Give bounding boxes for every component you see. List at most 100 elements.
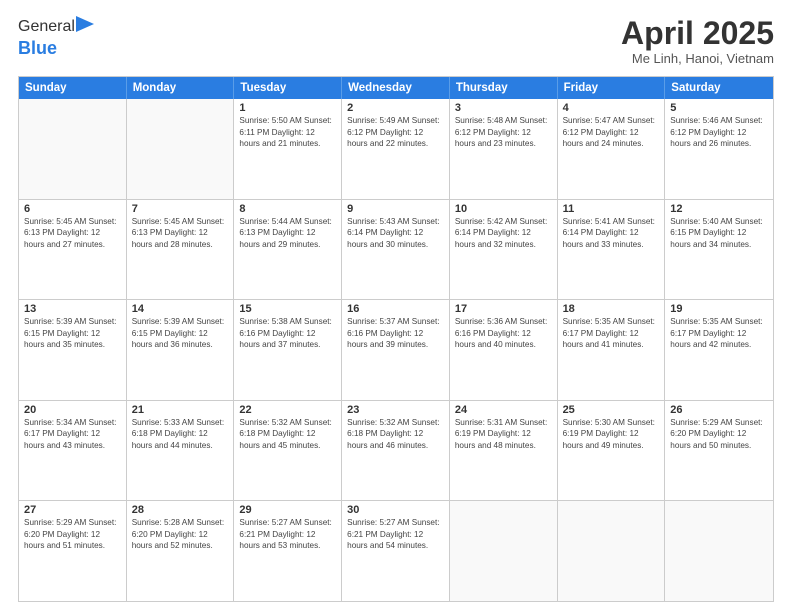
calendar-day-29: 29Sunrise: 5:27 AM Sunset: 6:21 PM Dayli… (234, 501, 342, 601)
calendar-day-empty (665, 501, 773, 601)
day-info: Sunrise: 5:44 AM Sunset: 6:13 PM Dayligh… (239, 216, 336, 250)
day-number: 27 (24, 504, 121, 516)
day-number: 1 (239, 102, 336, 114)
calendar-day-27: 27Sunrise: 5:29 AM Sunset: 6:20 PM Dayli… (19, 501, 127, 601)
month-title: April 2025 (621, 16, 774, 51)
day-number: 2 (347, 102, 444, 114)
day-number: 12 (670, 203, 768, 215)
day-info: Sunrise: 5:48 AM Sunset: 6:12 PM Dayligh… (455, 115, 552, 149)
calendar-day-13: 13Sunrise: 5:39 AM Sunset: 6:15 PM Dayli… (19, 300, 127, 400)
day-info: Sunrise: 5:38 AM Sunset: 6:16 PM Dayligh… (239, 316, 336, 350)
day-number: 26 (670, 404, 768, 416)
day-info: Sunrise: 5:32 AM Sunset: 6:18 PM Dayligh… (239, 417, 336, 451)
calendar: SundayMondayTuesdayWednesdayThursdayFrid… (18, 76, 774, 602)
day-number: 10 (455, 203, 552, 215)
page-header: General Blue April 2025 Me Linh, Hanoi, … (18, 16, 774, 66)
day-number: 9 (347, 203, 444, 215)
day-number: 7 (132, 203, 229, 215)
day-info: Sunrise: 5:42 AM Sunset: 6:14 PM Dayligh… (455, 216, 552, 250)
day-info: Sunrise: 5:41 AM Sunset: 6:14 PM Dayligh… (563, 216, 660, 250)
calendar-day-17: 17Sunrise: 5:36 AM Sunset: 6:16 PM Dayli… (450, 300, 558, 400)
day-number: 23 (347, 404, 444, 416)
day-number: 3 (455, 102, 552, 114)
day-info: Sunrise: 5:32 AM Sunset: 6:18 PM Dayligh… (347, 417, 444, 451)
calendar-day-2: 2Sunrise: 5:49 AM Sunset: 6:12 PM Daylig… (342, 99, 450, 199)
day-info: Sunrise: 5:45 AM Sunset: 6:13 PM Dayligh… (24, 216, 121, 250)
day-info: Sunrise: 5:49 AM Sunset: 6:12 PM Dayligh… (347, 115, 444, 149)
day-number: 5 (670, 102, 768, 114)
calendar-header-thursday: Thursday (450, 77, 558, 99)
day-info: Sunrise: 5:39 AM Sunset: 6:15 PM Dayligh… (24, 316, 121, 350)
day-info: Sunrise: 5:40 AM Sunset: 6:15 PM Dayligh… (670, 216, 768, 250)
day-info: Sunrise: 5:29 AM Sunset: 6:20 PM Dayligh… (670, 417, 768, 451)
day-number: 15 (239, 303, 336, 315)
calendar-day-empty (558, 501, 666, 601)
day-number: 14 (132, 303, 229, 315)
calendar-header-row: SundayMondayTuesdayWednesdayThursdayFrid… (19, 77, 773, 99)
day-number: 19 (670, 303, 768, 315)
calendar-week-2: 6Sunrise: 5:45 AM Sunset: 6:13 PM Daylig… (19, 199, 773, 300)
day-info: Sunrise: 5:35 AM Sunset: 6:17 PM Dayligh… (670, 316, 768, 350)
calendar-header-monday: Monday (127, 77, 235, 99)
day-info: Sunrise: 5:31 AM Sunset: 6:19 PM Dayligh… (455, 417, 552, 451)
calendar-day-19: 19Sunrise: 5:35 AM Sunset: 6:17 PM Dayli… (665, 300, 773, 400)
calendar-week-4: 20Sunrise: 5:34 AM Sunset: 6:17 PM Dayli… (19, 400, 773, 501)
calendar-day-empty (19, 99, 127, 199)
day-info: Sunrise: 5:34 AM Sunset: 6:17 PM Dayligh… (24, 417, 121, 451)
calendar-day-3: 3Sunrise: 5:48 AM Sunset: 6:12 PM Daylig… (450, 99, 558, 199)
day-number: 21 (132, 404, 229, 416)
day-info: Sunrise: 5:30 AM Sunset: 6:19 PM Dayligh… (563, 417, 660, 451)
day-number: 20 (24, 404, 121, 416)
calendar-week-5: 27Sunrise: 5:29 AM Sunset: 6:20 PM Dayli… (19, 500, 773, 601)
calendar-day-11: 11Sunrise: 5:41 AM Sunset: 6:14 PM Dayli… (558, 200, 666, 300)
calendar-day-21: 21Sunrise: 5:33 AM Sunset: 6:18 PM Dayli… (127, 401, 235, 501)
logo: General Blue (18, 16, 94, 59)
day-info: Sunrise: 5:43 AM Sunset: 6:14 PM Dayligh… (347, 216, 444, 250)
day-number: 18 (563, 303, 660, 315)
day-info: Sunrise: 5:29 AM Sunset: 6:20 PM Dayligh… (24, 517, 121, 551)
logo-general-text: General (18, 18, 75, 36)
day-number: 6 (24, 203, 121, 215)
calendar-day-28: 28Sunrise: 5:28 AM Sunset: 6:20 PM Dayli… (127, 501, 235, 601)
day-info: Sunrise: 5:39 AM Sunset: 6:15 PM Dayligh… (132, 316, 229, 350)
day-info: Sunrise: 5:37 AM Sunset: 6:16 PM Dayligh… (347, 316, 444, 350)
day-info: Sunrise: 5:46 AM Sunset: 6:12 PM Dayligh… (670, 115, 768, 149)
header-right: April 2025 Me Linh, Hanoi, Vietnam (621, 16, 774, 66)
logo-icon (76, 16, 94, 38)
day-number: 25 (563, 404, 660, 416)
day-info: Sunrise: 5:50 AM Sunset: 6:11 PM Dayligh… (239, 115, 336, 149)
calendar-day-20: 20Sunrise: 5:34 AM Sunset: 6:17 PM Dayli… (19, 401, 127, 501)
calendar-header-wednesday: Wednesday (342, 77, 450, 99)
calendar-day-5: 5Sunrise: 5:46 AM Sunset: 6:12 PM Daylig… (665, 99, 773, 199)
calendar-header-sunday: Sunday (19, 77, 127, 99)
calendar-day-1: 1Sunrise: 5:50 AM Sunset: 6:11 PM Daylig… (234, 99, 342, 199)
calendar-day-6: 6Sunrise: 5:45 AM Sunset: 6:13 PM Daylig… (19, 200, 127, 300)
day-info: Sunrise: 5:33 AM Sunset: 6:18 PM Dayligh… (132, 417, 229, 451)
logo-blue-text: Blue (18, 38, 57, 58)
day-number: 29 (239, 504, 336, 516)
calendar-day-16: 16Sunrise: 5:37 AM Sunset: 6:16 PM Dayli… (342, 300, 450, 400)
calendar-day-8: 8Sunrise: 5:44 AM Sunset: 6:13 PM Daylig… (234, 200, 342, 300)
calendar-header-tuesday: Tuesday (234, 77, 342, 99)
day-info: Sunrise: 5:27 AM Sunset: 6:21 PM Dayligh… (347, 517, 444, 551)
calendar-day-25: 25Sunrise: 5:30 AM Sunset: 6:19 PM Dayli… (558, 401, 666, 501)
calendar-body: 1Sunrise: 5:50 AM Sunset: 6:11 PM Daylig… (19, 99, 773, 601)
calendar-day-26: 26Sunrise: 5:29 AM Sunset: 6:20 PM Dayli… (665, 401, 773, 501)
day-number: 16 (347, 303, 444, 315)
location: Me Linh, Hanoi, Vietnam (621, 51, 774, 66)
day-info: Sunrise: 5:47 AM Sunset: 6:12 PM Dayligh… (563, 115, 660, 149)
calendar-day-23: 23Sunrise: 5:32 AM Sunset: 6:18 PM Dayli… (342, 401, 450, 501)
day-number: 17 (455, 303, 552, 315)
calendar-day-4: 4Sunrise: 5:47 AM Sunset: 6:12 PM Daylig… (558, 99, 666, 199)
calendar-day-10: 10Sunrise: 5:42 AM Sunset: 6:14 PM Dayli… (450, 200, 558, 300)
day-number: 8 (239, 203, 336, 215)
day-number: 11 (563, 203, 660, 215)
calendar-day-empty (127, 99, 235, 199)
calendar-day-empty (450, 501, 558, 601)
calendar-header-friday: Friday (558, 77, 666, 99)
calendar-week-3: 13Sunrise: 5:39 AM Sunset: 6:15 PM Dayli… (19, 299, 773, 400)
day-info: Sunrise: 5:35 AM Sunset: 6:17 PM Dayligh… (563, 316, 660, 350)
day-number: 24 (455, 404, 552, 416)
calendar-week-1: 1Sunrise: 5:50 AM Sunset: 6:11 PM Daylig… (19, 99, 773, 199)
calendar-day-14: 14Sunrise: 5:39 AM Sunset: 6:15 PM Dayli… (127, 300, 235, 400)
